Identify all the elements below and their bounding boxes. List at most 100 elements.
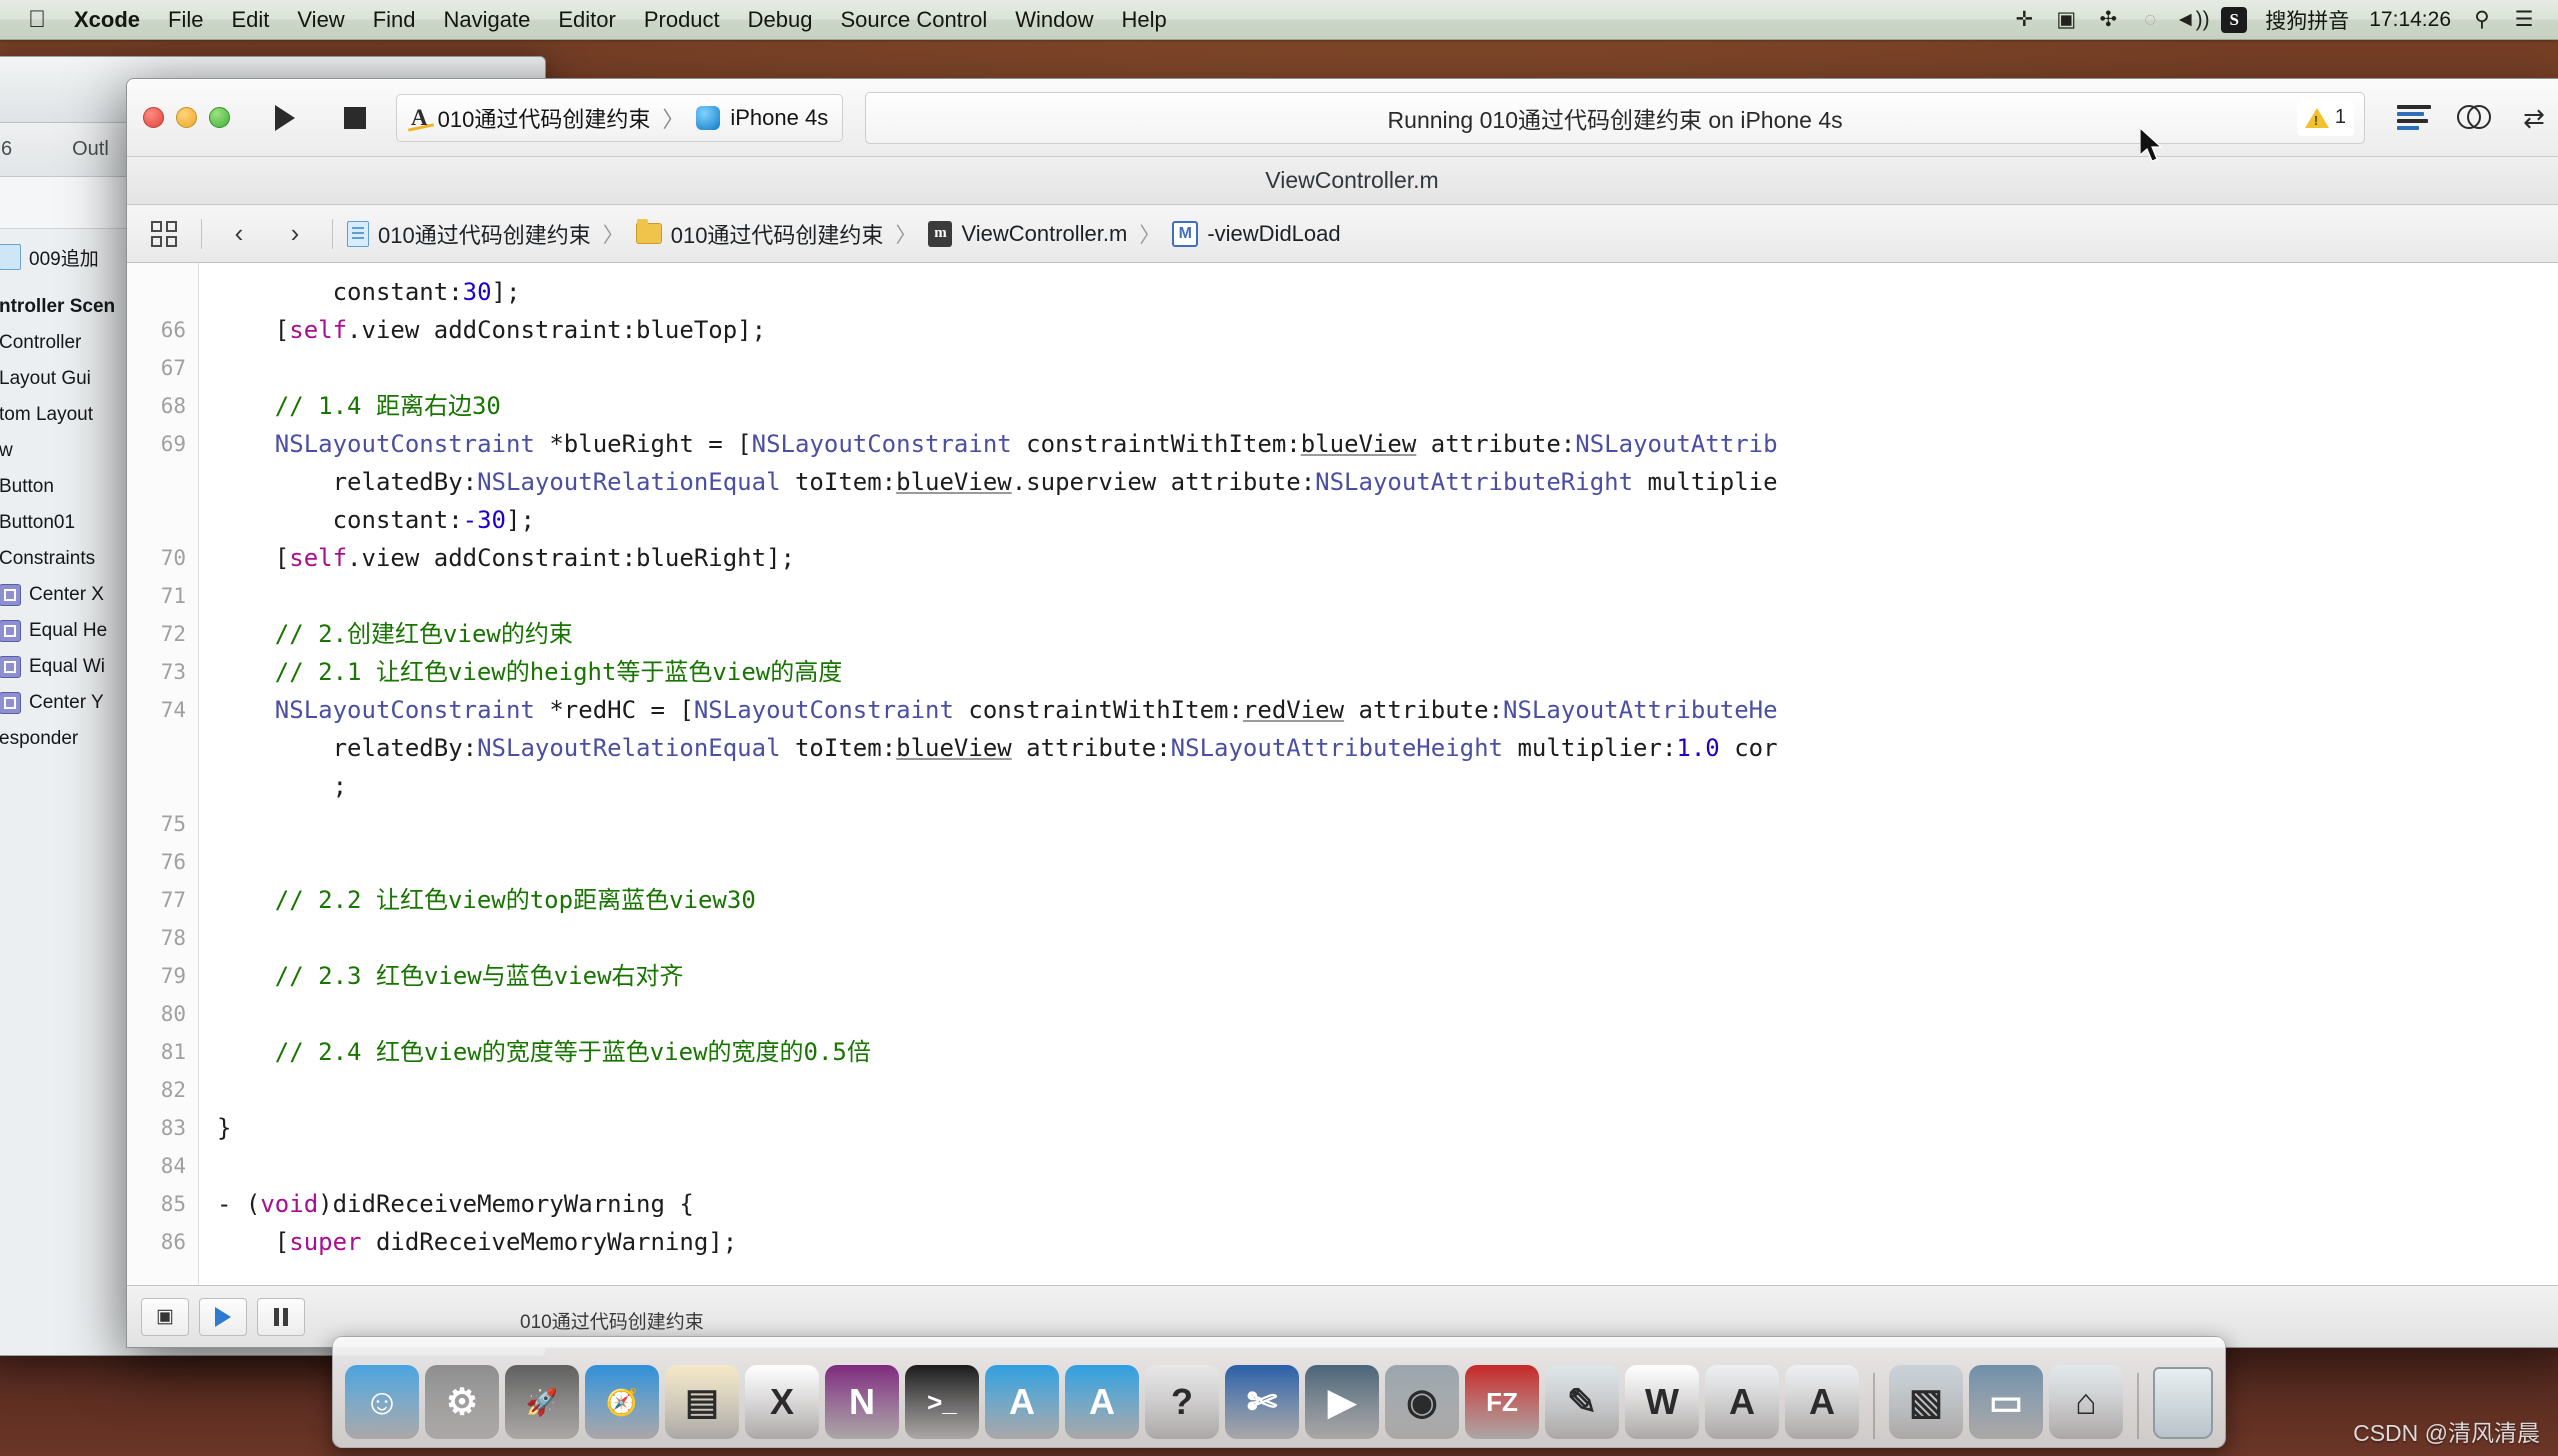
code-line[interactable]: [super didReceiveMemoryWarning]; [217, 1223, 2558, 1261]
standard-editor-icon [2397, 105, 2431, 131]
run-button[interactable] [256, 95, 314, 141]
menu-item-product[interactable]: Product [630, 0, 734, 40]
code-line[interactable]: ; [217, 767, 2558, 805]
window-controls[interactable] [143, 107, 230, 128]
word-icon: W [1645, 1381, 1679, 1423]
code-line[interactable]: NSLayoutConstraint *redHC = [NSLayoutCon… [217, 691, 2558, 729]
dock-item-terminal[interactable]: >_ [905, 1365, 979, 1439]
code-line[interactable] [217, 805, 2558, 843]
input-method-badge[interactable]: S [2214, 0, 2254, 40]
input-method-label[interactable]: 搜狗拼音 [2256, 5, 2358, 35]
assistant-editor-button[interactable] [2447, 95, 2501, 141]
dock-item-doc-b[interactable]: A [1785, 1365, 1859, 1439]
menu-item-debug[interactable]: Debug [734, 0, 827, 40]
dock-item-disk-utility[interactable]: ◉ [1385, 1365, 1459, 1439]
code-line[interactable] [217, 1147, 2558, 1185]
dock-item-trash[interactable] [2153, 1367, 2213, 1439]
search-icon[interactable]: ⚲ [2462, 0, 2502, 40]
breadcrumb-item-file[interactable]: m ViewController.m [924, 221, 1131, 247]
code-line[interactable]: // 1.4 距离右边30 [217, 387, 2558, 425]
dock-item-safari[interactable]: 🧭 [585, 1365, 659, 1439]
stop-button[interactable] [326, 95, 384, 141]
dock-item-preview[interactable]: ✄ [1225, 1365, 1299, 1439]
scheme-selector[interactable]: A 010通过代码创建约束 〉 iPhone 4s [396, 94, 843, 142]
code-line[interactable]: // 2.1 让红色view的height等于蓝色view的高度 [217, 653, 2558, 691]
bluetooth-icon[interactable]: ✛ [2004, 0, 2044, 40]
warning-badge[interactable]: 1 [2297, 100, 2354, 136]
code-line[interactable]: // 2.3 红色view与蓝色view右对齐 [217, 957, 2558, 995]
notification-center-icon[interactable]: ☰ [2504, 0, 2544, 40]
dock-item-help-viewer[interactable]: ? [1145, 1365, 1219, 1439]
minimize-button[interactable] [176, 107, 197, 128]
zoom-button[interactable] [209, 107, 230, 128]
dock-item-finder[interactable]: ☺ [345, 1365, 419, 1439]
code-line[interactable]: - (void)didReceiveMemoryWarning { [217, 1185, 2558, 1223]
menu-item-edit[interactable]: Edit [217, 0, 283, 40]
dock-item-word[interactable]: W [1625, 1365, 1699, 1439]
dock-item-launchpad[interactable]: 🚀 [505, 1365, 579, 1439]
menu-item-window[interactable]: Window [1001, 0, 1107, 40]
screen-record-icon[interactable]: ▣ [2046, 0, 2086, 40]
code-content[interactable]: constant:30]; [self.view addConstraint:b… [199, 263, 2558, 1285]
code-line[interactable] [217, 349, 2558, 387]
menu-item-navigate[interactable]: Navigate [430, 0, 545, 40]
dock-item-system-preferences[interactable]: ⚙ [425, 1365, 499, 1439]
code-line[interactable]: [self.view addConstraint:blueRight]; [217, 539, 2558, 577]
continue-button[interactable] [199, 1298, 247, 1336]
menu-bar-clock[interactable]: 17:14:26 [2360, 8, 2460, 32]
code-line[interactable] [217, 995, 2558, 1033]
close-button[interactable] [143, 107, 164, 128]
navigate-forward-button[interactable]: › [268, 211, 322, 257]
menu-item-find[interactable]: Find [359, 0, 430, 40]
code-line[interactable]: constant:30]; [217, 273, 2558, 311]
breadcrumb-item-group[interactable]: 010通过代码创建约束 [632, 218, 888, 250]
volume-icon[interactable]: ◄)) [2172, 0, 2212, 40]
pause-button[interactable] [257, 1298, 305, 1336]
code-line[interactable] [217, 919, 2558, 957]
menu-item-editor[interactable]: Editor [544, 0, 629, 40]
code-line[interactable]: NSLayoutConstraint *blueRight = [NSLayou… [217, 425, 2558, 463]
menu-item-file[interactable]: File [154, 0, 217, 40]
code-line[interactable] [217, 843, 2558, 881]
code-line[interactable]: [self.view addConstraint:blueTop]; [217, 311, 2558, 349]
code-line[interactable]: } [217, 1109, 2558, 1147]
dock-item-quicktime[interactable]: ▶ [1305, 1365, 1379, 1439]
source-editor[interactable]: 6667686970717273747576777879808182838485… [127, 263, 2558, 1285]
dock-item-xcode-alt[interactable]: A [1065, 1365, 1139, 1439]
code-line[interactable]: constant:-30]; [217, 501, 2558, 539]
dock-item-notes[interactable]: ▤ [665, 1365, 739, 1439]
code-line[interactable]: // 2.2 让红色view的top距离蓝色view30 [217, 881, 2558, 919]
navigate-back-button[interactable]: ‹ [212, 211, 266, 257]
dock-item-screen-sharing[interactable]: ▭ [1969, 1365, 2043, 1439]
hide-debug-area-button[interactable]: ▣ [141, 1298, 189, 1336]
code-line[interactable] [217, 577, 2558, 615]
airplay-icon[interactable]: ✣ [2088, 0, 2128, 40]
dock-item-filezilla[interactable]: FZ [1465, 1365, 1539, 1439]
code-line[interactable] [217, 1071, 2558, 1109]
menu-item-help[interactable]: Help [1108, 0, 1181, 40]
dock-item-xcode[interactable]: A [985, 1365, 1059, 1439]
xcode-window[interactable]: A 010通过代码创建约束 〉 iPhone 4s Running 010通过代… [126, 78, 2558, 1348]
breadcrumb-item-project[interactable]: 010通过代码创建约束 [343, 218, 595, 250]
dock-item-image-viewer[interactable]: ▧ [1889, 1365, 1963, 1439]
menu-item-source-control[interactable]: Source Control [827, 0, 1002, 40]
code-line[interactable]: // 2.4 红色view的宽度等于蓝色view的宽度的0.5倍 [217, 1033, 2558, 1071]
menu-item-xcode[interactable]: Xcode [60, 0, 154, 40]
version-editor-button[interactable]: ⇄ [2507, 95, 2558, 141]
dock-item-doc-a[interactable]: A [1705, 1365, 1779, 1439]
related-items-button[interactable] [137, 211, 191, 257]
macos-dock[interactable]: ☺⚙🚀🧭▤XN>_AA?✄▶◉FZ✎WAA▧▭⌂ [332, 1336, 2226, 1448]
breadcrumb-item-method[interactable]: M -viewDidLoad [1168, 221, 1344, 247]
dock-item-onenote[interactable]: N [825, 1365, 899, 1439]
code-line[interactable]: relatedBy:NSLayoutRelationEqual toItem:b… [217, 463, 2558, 501]
menu-item-view[interactable]: View [283, 0, 358, 40]
apple-menu[interactable]:  [14, 6, 60, 34]
dock-item-excel[interactable]: X [745, 1365, 819, 1439]
wifi-icon[interactable]: ◌ [2130, 0, 2170, 40]
code-line[interactable]: // 2.创建红色view的约束 [217, 615, 2558, 653]
dock-item-downloads-stack[interactable]: ⌂ [2049, 1365, 2123, 1439]
dock-item-paint-tool[interactable]: ✎ [1545, 1365, 1619, 1439]
standard-editor-button[interactable] [2387, 95, 2441, 141]
code-line[interactable]: relatedBy:NSLayoutRelationEqual toItem:b… [217, 729, 2558, 767]
breadcrumb-chevron-icon: 〉 [597, 219, 630, 249]
